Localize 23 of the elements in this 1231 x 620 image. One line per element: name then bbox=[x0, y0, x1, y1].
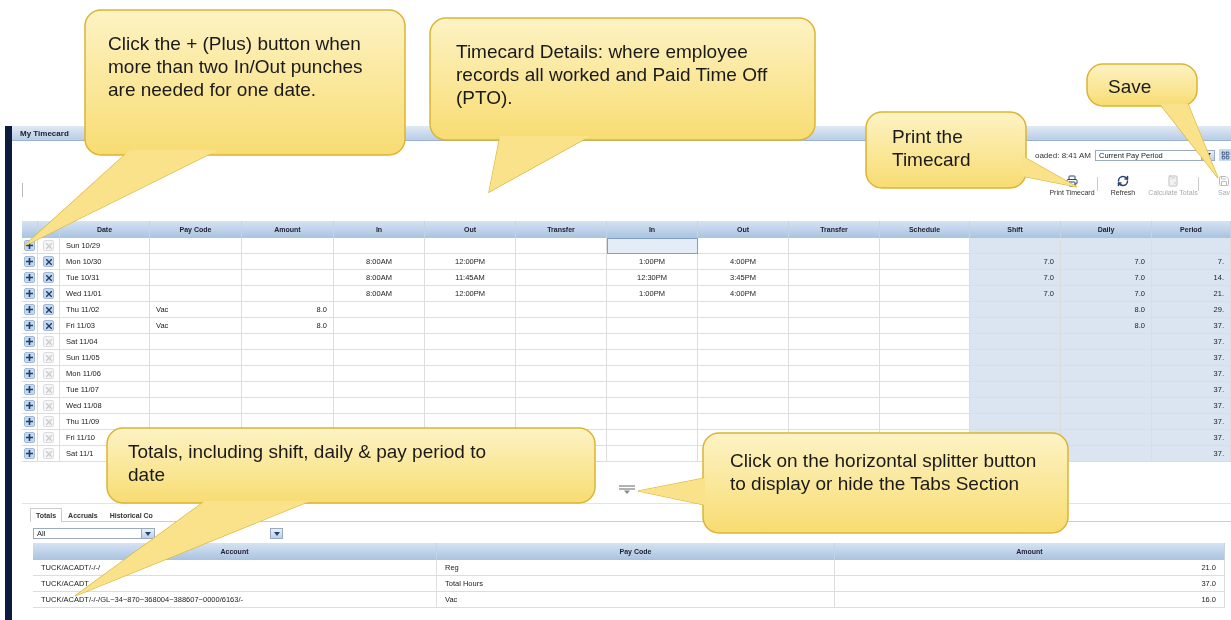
callout-text: Click on the horizontal splitter button to display or hide the Tabs Section bbox=[730, 449, 1038, 495]
printer-icon bbox=[1066, 175, 1078, 187]
callout-text: Print the Timecard bbox=[892, 125, 972, 171]
focused-cell[interactable] bbox=[607, 238, 698, 254]
caret-icon bbox=[273, 531, 280, 536]
caret-icon bbox=[145, 531, 151, 536]
dropdown-button[interactable] bbox=[270, 528, 283, 539]
header-cell bbox=[22, 221, 38, 238]
callout-text: Save bbox=[1108, 75, 1153, 98]
grid-icon[interactable] bbox=[1219, 149, 1231, 161]
callout-text: Click the + (Plus) button when more than two In/Out punches are needed for one date. bbox=[108, 32, 364, 101]
delete-button[interactable] bbox=[43, 288, 54, 299]
delete-button[interactable] bbox=[43, 320, 54, 331]
splitter-button[interactable] bbox=[618, 485, 635, 494]
calculator-icon bbox=[1167, 175, 1179, 187]
refresh-icon bbox=[1117, 175, 1129, 187]
callout-text: Timecard Details: where employee records all worked and Paid Time Off (PTO). bbox=[456, 40, 769, 109]
window-title: My Timecard bbox=[20, 128, 69, 138]
delete-button[interactable] bbox=[43, 304, 54, 315]
save-icon bbox=[1218, 175, 1230, 187]
loaded-time: oaded: 8:41 AM bbox=[1034, 150, 1091, 160]
delete-button[interactable] bbox=[43, 272, 54, 283]
delete-button[interactable] bbox=[43, 256, 54, 267]
